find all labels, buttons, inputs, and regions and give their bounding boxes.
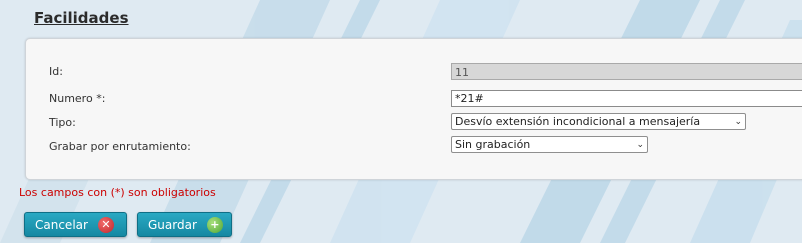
plus-icon: + [206, 216, 223, 233]
numero-label: Numero *: [49, 92, 106, 105]
id-label: Id: [49, 65, 63, 78]
save-button-label: Guardar [148, 217, 197, 232]
chevron-down-icon: ⌄ [636, 139, 644, 150]
cancel-button-label: Cancelar [35, 217, 88, 232]
grabar-label: Grabar por enrutamiento: [49, 140, 191, 153]
tipo-select-value: Desvío extensión incondicional a mensaje… [455, 115, 701, 128]
grabar-select[interactable]: Sin grabación ⌄ [451, 136, 648, 153]
id-field: 11 [451, 63, 802, 80]
save-button[interactable]: Guardar + [137, 212, 232, 237]
numero-field[interactable]: *21# [451, 90, 802, 107]
cancel-button[interactable]: Cancelar ✕ [24, 212, 127, 237]
chevron-down-icon: ⌄ [734, 116, 742, 127]
grabar-select-value: Sin grabación [455, 138, 531, 151]
tipo-select[interactable]: Desvío extensión incondicional a mensaje… [451, 113, 746, 130]
tipo-label: Tipo: [49, 116, 76, 129]
required-fields-note: Los campos con (*) son obligatorios [19, 186, 216, 199]
close-icon: ✕ [97, 216, 114, 233]
form-panel: Id: 11 Numero *: *21# Tipo: Desvío exten… [25, 38, 802, 180]
page-title: Facilidades [34, 9, 129, 27]
